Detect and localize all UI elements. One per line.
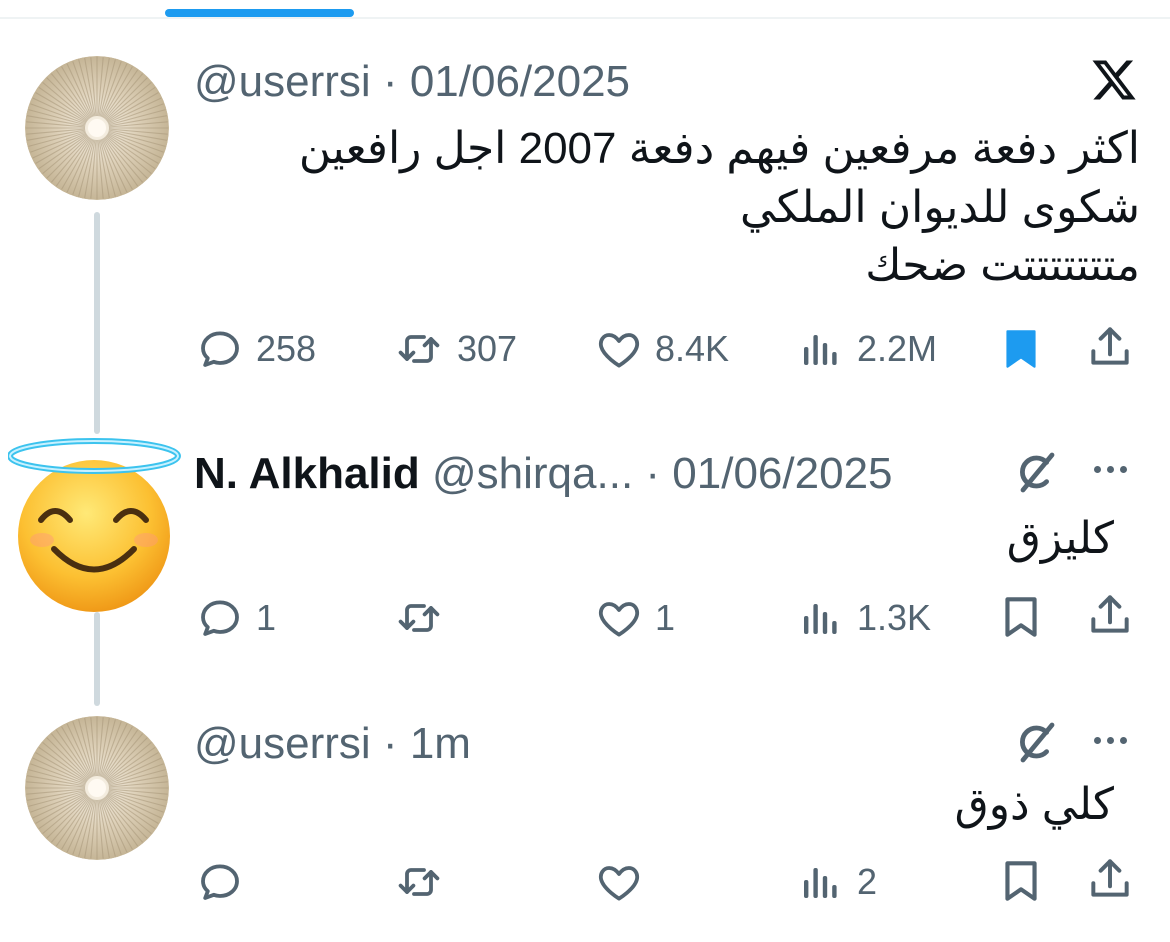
like-button[interactable]: 8.4K (595, 325, 729, 373)
views-icon (797, 858, 845, 906)
views-button[interactable]: 1.3K (797, 594, 931, 642)
bookmark-icon[interactable] (996, 324, 1046, 374)
separator-dot: · (382, 719, 398, 768)
tweet-header: @userrsi · 1m (194, 722, 471, 766)
like-icon (595, 594, 643, 642)
repost-button[interactable] (393, 858, 457, 906)
like-icon (595, 858, 643, 906)
author-handle[interactable]: @userrsi (194, 57, 371, 106)
like-button[interactable] (595, 858, 655, 906)
x-logo-icon (1088, 56, 1140, 104)
more-icon[interactable] (1094, 737, 1127, 744)
reply-count: 258 (256, 328, 317, 369)
author-handle[interactable]: @shirqa... (432, 449, 633, 498)
avatar[interactable] (7, 432, 184, 616)
repost-count: 307 (457, 328, 518, 369)
avatar[interactable] (25, 716, 169, 860)
author-name[interactable]: N. Alkhalid (194, 449, 420, 498)
avatar-image (25, 56, 169, 200)
more-icon[interactable] (1094, 466, 1127, 473)
avatar[interactable] (25, 56, 169, 200)
author-handle[interactable]: @userrsi (194, 719, 371, 768)
views-icon (797, 594, 845, 642)
repost-button[interactable]: 307 (393, 325, 517, 373)
like-icon (595, 325, 643, 373)
tweet-date[interactable]: 01/06/2025 (410, 57, 630, 106)
share-icon[interactable] (1085, 590, 1135, 640)
reply-icon (196, 325, 244, 373)
share-icon[interactable] (1085, 322, 1135, 372)
repost-icon (393, 858, 445, 906)
avatar-image (25, 716, 169, 860)
grok-icon[interactable] (1012, 448, 1062, 496)
tweet-header: N. Alkhalid @shirqa... · 01/06/2025 (194, 452, 893, 496)
thread-line (94, 612, 100, 706)
repost-icon (393, 594, 445, 642)
thread-line (94, 212, 100, 434)
views-icon (797, 325, 845, 373)
like-count: 8.4K (655, 328, 730, 369)
reply-button[interactable]: 258 (196, 325, 316, 373)
views-count: 2.2M (857, 328, 938, 369)
top-divider (0, 17, 1170, 19)
views-count: 1.3K (857, 597, 932, 638)
separator-dot: · (382, 57, 398, 106)
tweet-text-line: اكثر دفعة مرفعين فيهم دفعة 2007 اجل رافع… (298, 124, 1140, 173)
reply-button[interactable] (196, 858, 256, 906)
reply-icon (196, 858, 244, 906)
bookmark-icon[interactable] (996, 856, 1046, 906)
share-icon[interactable] (1085, 854, 1135, 904)
repost-button[interactable] (393, 594, 457, 642)
active-tab-indicator (165, 9, 354, 17)
views-count: 2 (857, 861, 878, 902)
reply-count: 1 (256, 597, 277, 638)
separator-dot: · (645, 449, 661, 498)
reply-icon (196, 594, 244, 642)
tweet-text: اكثر دفعة مرفعين فيهم دفعة 2007 اجل رافع… (200, 120, 1140, 296)
views-button[interactable]: 2.2M (797, 325, 937, 373)
tweet-text: كليزق (1006, 514, 1114, 563)
tweet-text-line: شكوى للديوان الملكي (740, 182, 1140, 232)
tweet-header: @userrsi · 01/06/2025 (194, 60, 630, 104)
tweet-text: كلي ذوق (954, 780, 1114, 829)
bookmark-icon[interactable] (996, 592, 1046, 642)
avatar-image (7, 438, 181, 612)
reply-button[interactable]: 1 (196, 594, 276, 642)
tweet-date[interactable]: 1m (410, 719, 471, 768)
like-button[interactable]: 1 (595, 594, 675, 642)
repost-icon (393, 325, 445, 373)
views-button[interactable]: 2 (797, 858, 877, 906)
grok-icon[interactable] (1012, 718, 1062, 766)
like-count: 1 (655, 597, 676, 638)
tweet-date[interactable]: 01/06/2025 (672, 449, 892, 498)
tweet-text-line: متتتتتتتت ضحك (865, 241, 1140, 291)
